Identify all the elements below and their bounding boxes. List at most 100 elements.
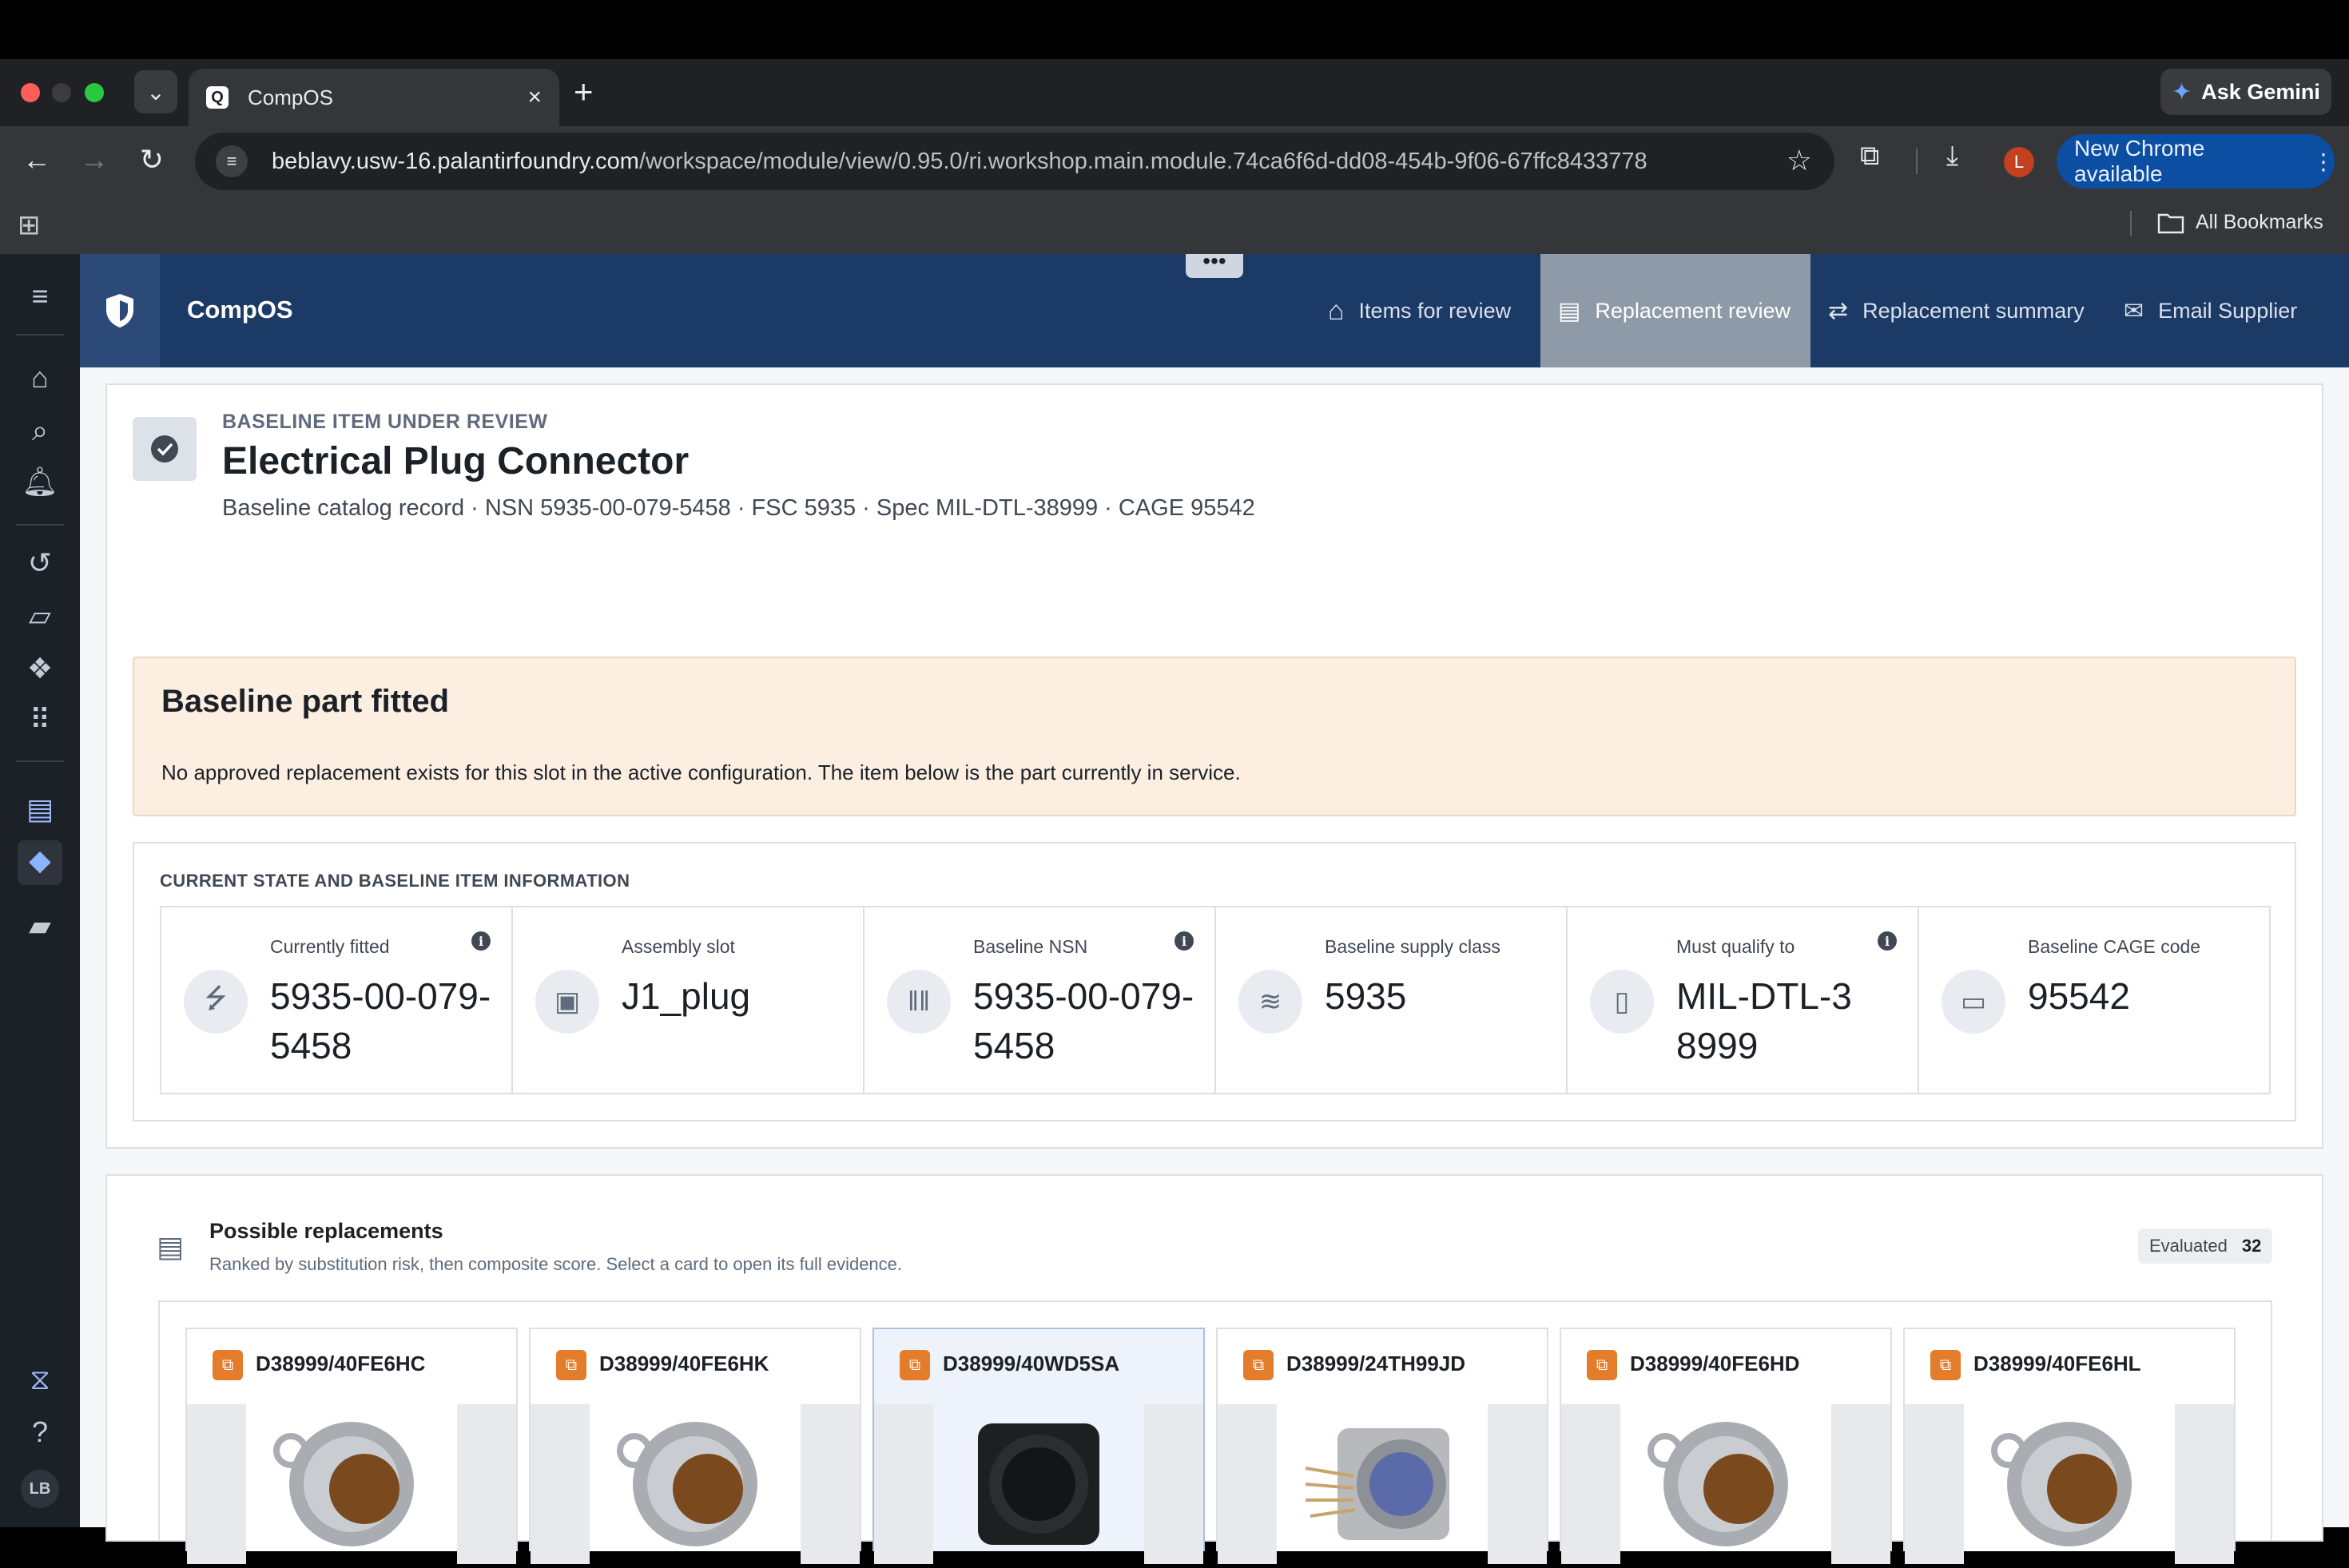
user-avatar[interactable]: LB xyxy=(21,1470,59,1508)
rail-divider xyxy=(16,760,64,762)
kpi-baseline-supply-class: ≋ Baseline supply class 5935 xyxy=(1216,907,1568,1093)
aip-icon[interactable]: ⧖ xyxy=(0,1363,80,1397)
ontology-diamond-icon[interactable]: ◆ xyxy=(0,844,80,877)
search-icon[interactable]: ⌕ xyxy=(0,414,80,448)
history-icon[interactable]: ↺ xyxy=(0,546,80,580)
minimize-window-button[interactable] xyxy=(52,83,71,102)
forward-arrow-icon[interactable]: → xyxy=(75,141,113,179)
part-number: D38999/40FE6HD xyxy=(1630,1352,1800,1375)
reload-icon[interactable]: ↻ xyxy=(133,141,171,179)
id-card-icon: ▭ xyxy=(1942,970,2005,1034)
bookmarks-bar xyxy=(0,200,2349,254)
help-icon[interactable]: ? xyxy=(0,1415,80,1449)
section-label: CURRENT STATE AND BASELINE ITEM INFORMAT… xyxy=(160,871,630,891)
zoom-window-button[interactable] xyxy=(85,83,104,102)
bookmark-star-icon[interactable]: ☆ xyxy=(1787,144,1812,177)
replacement-card[interactable]: ⧉ D38999/40FE6HD xyxy=(1560,1328,1892,1564)
kpi-currently-fitted: ⭍ Currently fitted 5935-00-079-5458 i xyxy=(161,907,513,1093)
all-bookmarks-button[interactable]: All Bookmarks xyxy=(2157,211,2323,234)
document-icon: ▯ xyxy=(1590,970,1654,1034)
part-number: D38999/40WD5SA xyxy=(943,1352,1120,1375)
home-icon: ⌂ xyxy=(1328,295,1345,326)
kpi-label: Baseline CAGE code xyxy=(2028,936,2201,957)
toolbar-divider xyxy=(1916,149,1918,174)
url-path: /workspace/module/view/0.95.0/ri.worksho… xyxy=(638,148,1647,174)
url-host: beblavy.usw-16.palantirfoundry.com xyxy=(272,148,639,174)
page-subtitle: Baseline catalog record · NSN 5935-00-07… xyxy=(222,495,1255,521)
tab-replacement-review[interactable]: ▤ Replacement review xyxy=(1540,254,1810,367)
replacement-cards-container: ⧉ D38999/40FE6HC ⧉ D38999/40FE6HK ⧉ D389… xyxy=(158,1300,2272,1564)
kpi-must-qualify-to: ▯ Must qualify to MIL-DTL-38999 i xyxy=(1568,907,1919,1093)
page-title: Electrical Plug Connector xyxy=(222,440,690,482)
tab-items-for-review[interactable]: ⌂ Items for review xyxy=(1310,254,1528,367)
profile-avatar[interactable]: L xyxy=(2004,147,2034,177)
part-type-icon: ⧉ xyxy=(213,1350,243,1380)
replacement-card[interactable]: ⧉ D38999/40FE6HL xyxy=(1903,1328,2236,1564)
collapse-sidebar-icon[interactable]: ≡ xyxy=(0,280,80,313)
favicon-icon: Q xyxy=(206,86,229,109)
evaluated-count-tag: Evaluated 32 xyxy=(2138,1229,2273,1264)
tab-label: Items for review xyxy=(1358,298,1512,323)
project-folder-icon[interactable]: ▰ xyxy=(0,909,80,943)
ask-gemini-button[interactable]: ✦ Ask Gemini xyxy=(2160,69,2331,115)
info-icon[interactable]: i xyxy=(1174,931,1194,951)
new-tab-button[interactable]: + xyxy=(574,75,594,109)
callout-text: No approved replacement exists for this … xyxy=(161,760,1241,784)
part-type-icon: ⧉ xyxy=(556,1350,586,1380)
section-eyebrow: BASELINE ITEM UNDER REVIEW xyxy=(222,411,548,433)
chevron-down-icon: ⌄ xyxy=(146,79,165,105)
apps-grid-icon[interactable]: ⊞ xyxy=(18,209,41,241)
kpi-value: 5935 xyxy=(1325,975,1407,1017)
objects-icon[interactable]: ❖ xyxy=(0,652,80,685)
info-icon[interactable]: i xyxy=(471,931,491,951)
replacement-card[interactable]: ⧉ D38999/40FE6HC xyxy=(185,1328,518,1564)
download-icon[interactable]: ⤓ xyxy=(1946,141,1958,172)
folder-open-icon[interactable]: ▱ xyxy=(0,599,80,633)
kpi-value: 5935-00-079-5458 xyxy=(270,975,491,1066)
tab-label: Email Supplier xyxy=(2158,298,2298,323)
notifications-bell-icon[interactable]: 🔔︎ xyxy=(0,465,80,498)
workshop-module-icon[interactable]: ▤ xyxy=(0,792,80,826)
replacement-card[interactable]: ⧉ D38999/24TH99JD xyxy=(1216,1328,1548,1564)
connector-image xyxy=(1561,1404,1890,1564)
tab-label: Replacement summary xyxy=(1862,298,2085,323)
part-number: D38999/40FE6HC xyxy=(256,1352,426,1375)
close-tab-icon[interactable]: × xyxy=(527,84,542,111)
drag-handle-icon[interactable]: ••• xyxy=(1186,250,1243,278)
site-settings-icon[interactable]: ≡ xyxy=(216,145,248,177)
part-type-icon: ⧉ xyxy=(1587,1350,1617,1380)
layers-icon: ≋ xyxy=(1238,970,1302,1034)
tab-replacement-summary[interactable]: ⇄ Replacement summary xyxy=(1810,254,2102,367)
compare-columns-icon: ▤ xyxy=(157,1230,185,1263)
tab-email-supplier[interactable]: ✉ Email Supplier xyxy=(2106,254,2315,367)
tab-search-button[interactable]: ⌄ xyxy=(134,70,177,113)
replacement-card-selected[interactable]: ⧉ D38999/40WD5SA xyxy=(872,1328,1205,1564)
tab-label: Replacement review xyxy=(1595,298,1791,323)
folder-icon xyxy=(2157,213,2184,233)
part-number: D38999/24TH99JD xyxy=(1286,1352,1466,1375)
replacement-card[interactable]: ⧉ D38999/40FE6HK xyxy=(529,1328,861,1564)
extensions-puzzle-icon[interactable]: ⧉ xyxy=(1860,141,1879,172)
kpi-label: Baseline NSN xyxy=(973,936,1088,957)
verified-check-icon xyxy=(133,417,197,481)
new-chrome-available-button[interactable]: New Chrome available ⋮ xyxy=(2057,134,2335,189)
part-number: D38999/40FE6HK xyxy=(599,1352,769,1375)
applications-grid-icon[interactable]: ⠿ xyxy=(0,703,80,736)
kpi-value: 95542 xyxy=(2028,975,2130,1017)
back-arrow-icon[interactable]: ← xyxy=(18,141,56,179)
baseline-fitted-callout: Baseline part fitted No approved replace… xyxy=(133,657,2296,816)
home-icon[interactable]: ⌂ xyxy=(0,361,80,395)
kpi-label: Baseline supply class xyxy=(1325,936,1500,957)
envelope-icon: ✉ xyxy=(2124,297,2144,324)
info-icon[interactable]: i xyxy=(1878,931,1897,951)
browser-tab-active[interactable]: Q CompOS × xyxy=(189,69,559,126)
rail-divider xyxy=(16,524,64,526)
barcode-icon: ‖‖ xyxy=(887,970,951,1034)
shield-icon xyxy=(80,254,160,367)
close-window-button[interactable] xyxy=(21,83,40,102)
kpi-value: MIL-DTL-38999 xyxy=(1676,975,1852,1066)
address-bar[interactable]: ≡ beblavy.usw-16.palantirfoundry.com/wor… xyxy=(195,133,1834,190)
update-label: New Chrome available xyxy=(2074,136,2205,186)
kpi-value: J1_plug xyxy=(622,975,751,1017)
kpi-baseline-nsn: ‖‖ Baseline NSN 5935-00-079-5458 i xyxy=(864,907,1216,1093)
